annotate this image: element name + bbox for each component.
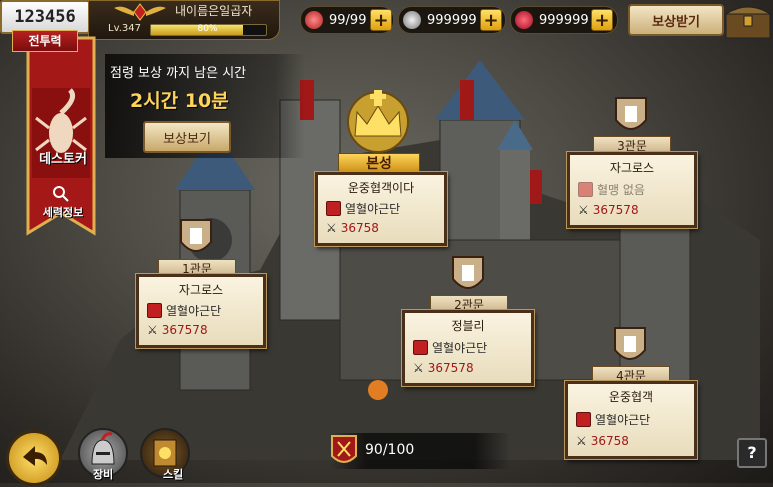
swords-emblem-icon (331, 435, 357, 463)
alliance-name: 데스토커 (39, 152, 87, 167)
tower-shield-icon (180, 219, 212, 252)
view-reward-button[interactable]: 보상보기 (143, 121, 231, 153)
crossed-swords-icon: ⚔ (576, 434, 587, 448)
guild-flag-icon (413, 339, 428, 355)
main-castle-guild-row: 열혈야근단 (326, 199, 400, 217)
resource-silver-value: 999999 (427, 12, 477, 28)
gate-2-guild: 열혈야근단 (432, 340, 488, 355)
crown-emblem-icon (347, 90, 409, 153)
gate-1-card[interactable]: 자그로스 열혈야근단 ⚔ 367578 (136, 274, 266, 348)
gate-3-guild-row: 혈맹 없음 (578, 180, 645, 198)
treasure-chest-icon[interactable] (722, 0, 773, 40)
main-castle-card[interactable]: 운중협객이다 열혈야근단 ⚔ 36758 (315, 172, 447, 246)
gate-4-guild-row: 열혈야근단 (576, 410, 650, 428)
skill-label: 스킬 (163, 468, 184, 481)
crossed-swords-icon: ⚔ (326, 221, 337, 235)
back-arrow-icon (23, 446, 47, 466)
meat-icon (305, 11, 323, 29)
crossed-swords-icon: ⚔ (578, 203, 589, 217)
alliance-info-button[interactable]: 세력정보 (30, 204, 96, 220)
exp-percent: 80% (197, 24, 218, 34)
help-button[interactable]: ? (737, 438, 767, 468)
main-castle-name: 운중협객이다 (347, 181, 415, 195)
silver-coin-icon (403, 11, 421, 29)
resource-ruby-value: 999999 (539, 12, 589, 28)
add-silver-button[interactable]: + (480, 9, 502, 31)
gate-1-name: 자그로스 (178, 283, 224, 297)
gate-2-card[interactable]: 정블리 열혈야근단 ⚔ 367578 (402, 310, 534, 386)
combat-power-tag: 전투력 (12, 30, 78, 52)
gate-2-guild-row: 열혈야근단 (413, 338, 487, 356)
gate-1-guild: 열혈야근단 (166, 303, 222, 318)
guild-flag-icon (576, 411, 591, 427)
crossed-swords-icon: ⚔ (413, 361, 424, 375)
equipment-label: 장비 (93, 468, 114, 481)
guild-flag-icon (326, 200, 341, 216)
magnifier-icon (53, 186, 69, 202)
gate-2-score-row: ⚔ 367578 (413, 359, 474, 377)
gate-2-name: 정블리 (451, 319, 485, 333)
occupation-timer-label: 점령 보상 까지 남은 시간 (110, 66, 247, 81)
gate-4-card[interactable]: 운중협객 열혈야근단 ⚔ 36758 (565, 381, 697, 459)
claim-reward-button[interactable]: 보상받기 (628, 4, 724, 36)
gate-1-score: 367578 (161, 323, 208, 337)
gate-2-score: 367578 (427, 361, 474, 375)
tower-shield-icon (615, 97, 647, 130)
gate-4-name: 운중협객 (608, 390, 654, 404)
add-ruby-button[interactable]: + (591, 9, 613, 31)
player-level: Lv.347 (108, 23, 141, 34)
tower-shield-icon (452, 256, 484, 289)
gate-4-score-row: ⚔ 36758 (576, 432, 629, 450)
crossed-swords-icon: ⚔ (147, 323, 158, 337)
main-castle-guild: 열혈야근단 (345, 201, 401, 216)
occupation-time: 2시간 10분 (130, 90, 229, 112)
gate-1-score-row: ⚔ 367578 (147, 321, 208, 339)
gate-3-score: 367578 (592, 203, 639, 217)
resource-meat-value: 99/99 (329, 12, 367, 28)
gate-3-name: 자그로스 (609, 161, 655, 175)
guild-flag-icon (147, 302, 162, 318)
gate-3-score-row: ⚔ 367578 (578, 201, 639, 219)
guild-flag-icon (578, 181, 593, 197)
gate-3-guild: 혈맹 없음 (597, 182, 645, 197)
main-castle-score: 36758 (340, 221, 379, 235)
gate-4-score: 36758 (590, 434, 629, 448)
gate-3-card[interactable]: 자그로스 혈맹 없음 ⚔ 367578 (567, 152, 697, 228)
player-name: 내이름은일곱자 (175, 4, 253, 18)
main-castle-score-row: ⚔ 36758 (326, 219, 379, 237)
gate-1-guild-row: 열혈야근단 (147, 301, 221, 319)
back-button[interactable] (6, 430, 62, 486)
gate-4-guild: 열혈야근단 (595, 412, 651, 427)
rank-wings-icon (114, 3, 166, 21)
stamina-value: 90/100 (365, 442, 415, 458)
tower-shield-icon (614, 327, 646, 360)
ruby-icon (515, 11, 533, 29)
add-meat-button[interactable]: + (370, 9, 392, 31)
